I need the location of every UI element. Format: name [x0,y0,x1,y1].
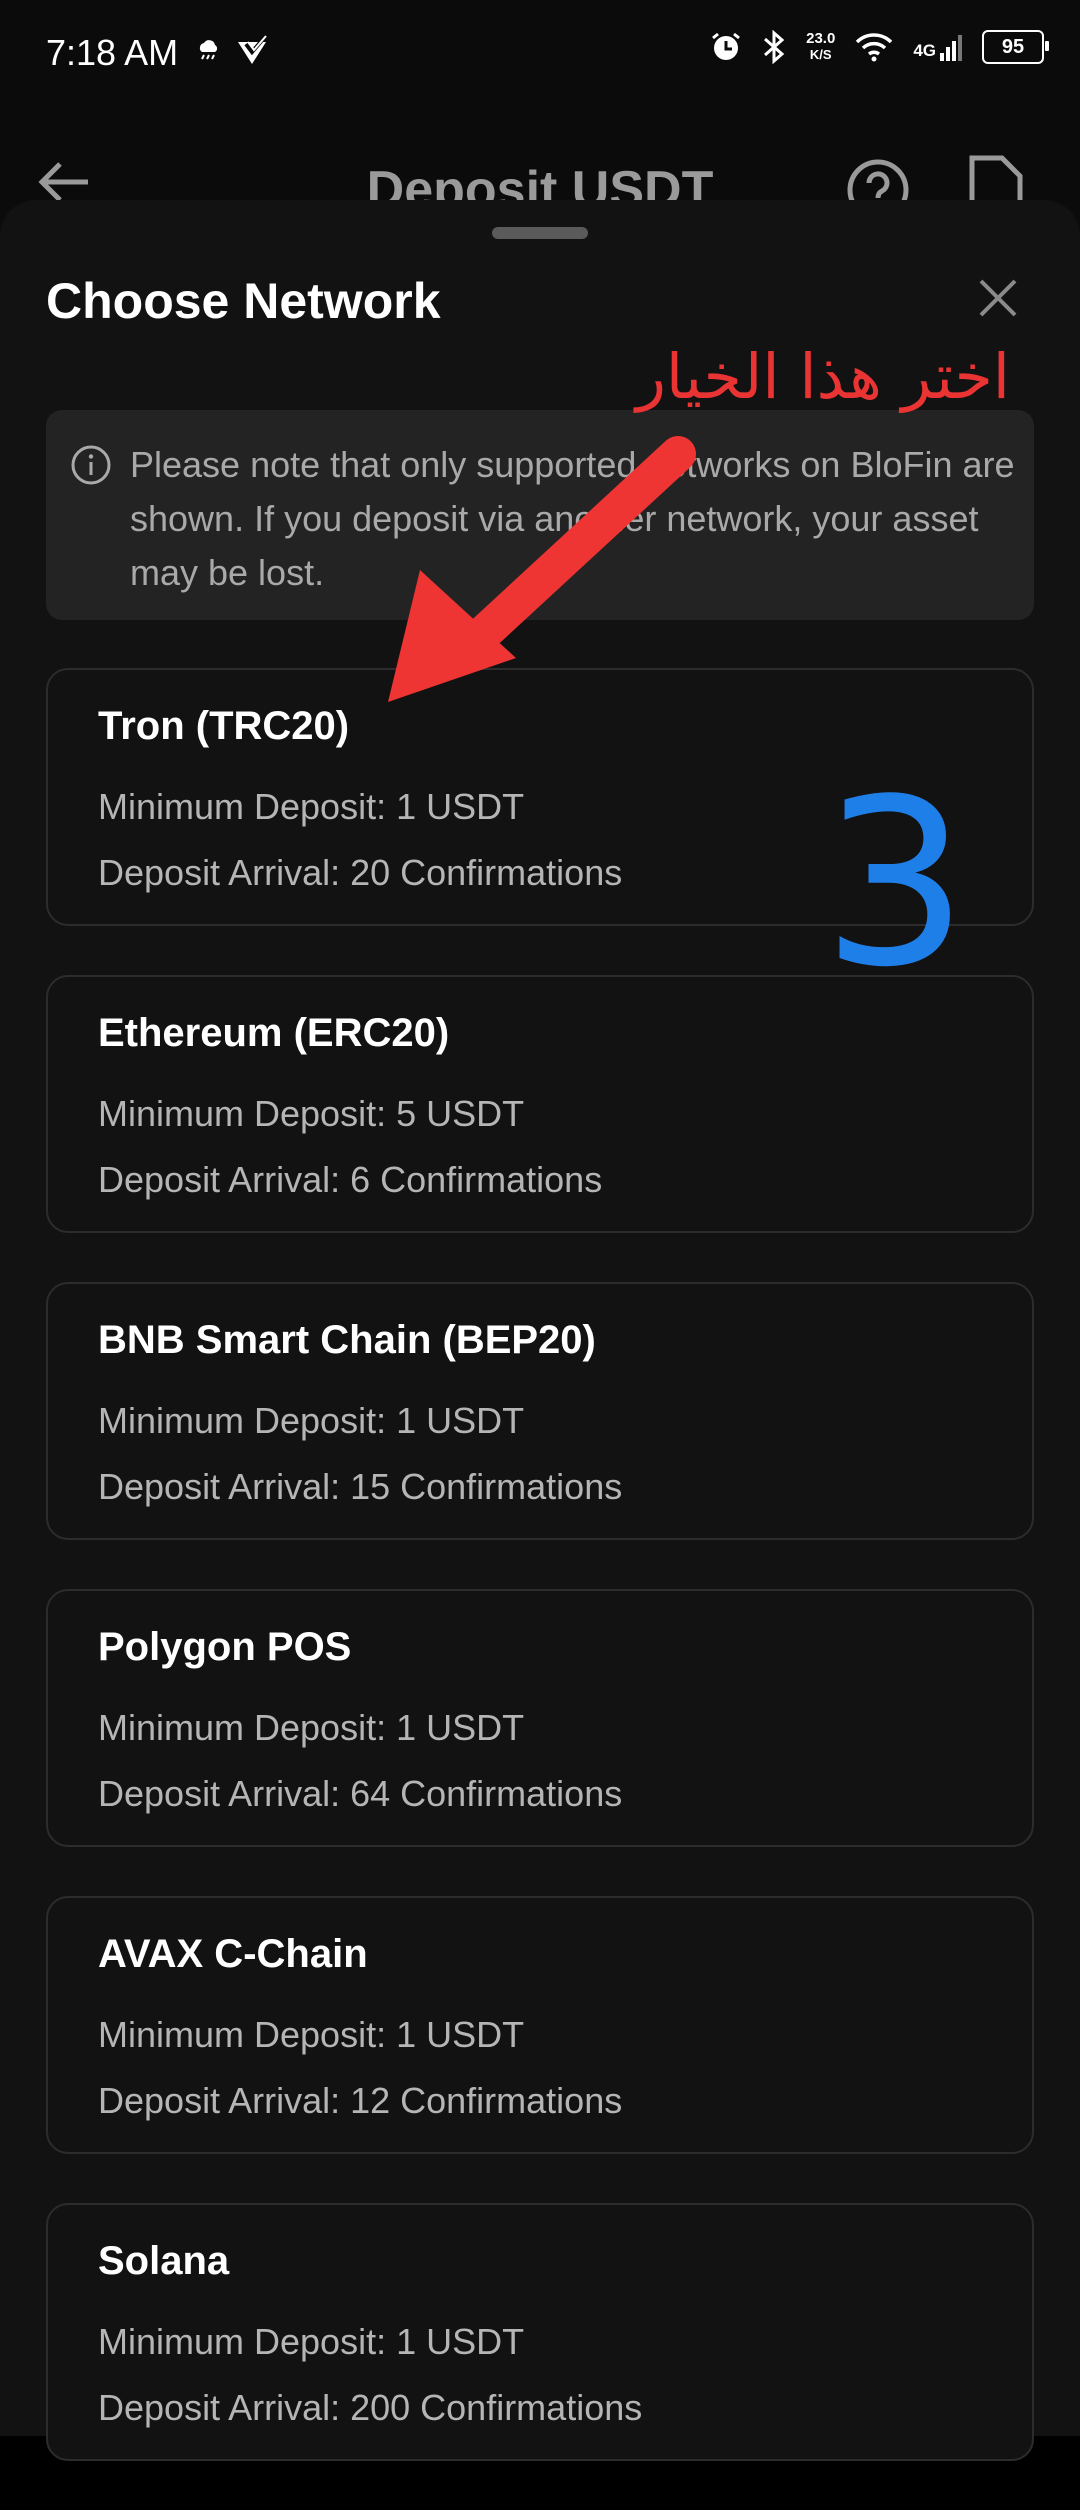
network-min-deposit: Minimum Deposit: 1 USDT [98,1400,525,1441]
network-option-polygon[interactable]: Polygon POS Minimum Deposit: 1 USDT Depo… [46,1589,1034,1847]
network-min-deposit: Minimum Deposit: 5 USDT [98,1093,525,1134]
network-deposit-arrival: Deposit Arrival: 64 Confirmations [98,1773,623,1814]
network-name: BNB Smart Chain (BEP20) [98,1318,596,1362]
network-option-bnb-smart-chain[interactable]: BNB Smart Chain (BEP20) Minimum Deposit:… [46,1282,1034,1540]
network-min-deposit: Minimum Deposit: 1 USDT [98,2321,525,2362]
network-deposit-arrival: Deposit Arrival: 6 Confirmations [98,1159,603,1200]
network-name: AVAX C-Chain [98,1932,368,1976]
network-deposit-arrival: Deposit Arrival: 15 Confirmations [98,1466,623,1507]
network-deposit-arrival: Deposit Arrival: 200 Confirmations [98,2387,643,2428]
network-deposit-arrival: Deposit Arrival: 12 Confirmations [98,2080,623,2121]
annotation-arrow-icon [388,436,696,702]
annotation-step-number: 3 [822,751,969,1018]
network-min-deposit: Minimum Deposit: 1 USDT [98,786,525,827]
network-min-deposit: Minimum Deposit: 1 USDT [98,2014,525,2055]
network-name: Solana [98,2239,230,2283]
network-name: Ethereum (ERC20) [98,1011,450,1055]
network-deposit-arrival: Deposit Arrival: 20 Confirmations [98,852,623,893]
network-min-deposit: Minimum Deposit: 1 USDT [98,1707,525,1748]
network-option-solana[interactable]: Solana Minimum Deposit: 1 USDT Deposit A… [46,2203,1034,2461]
network-option-avax[interactable]: AVAX C-Chain Minimum Deposit: 1 USDT Dep… [46,1896,1034,2154]
network-name: Polygon POS [98,1625,352,1669]
